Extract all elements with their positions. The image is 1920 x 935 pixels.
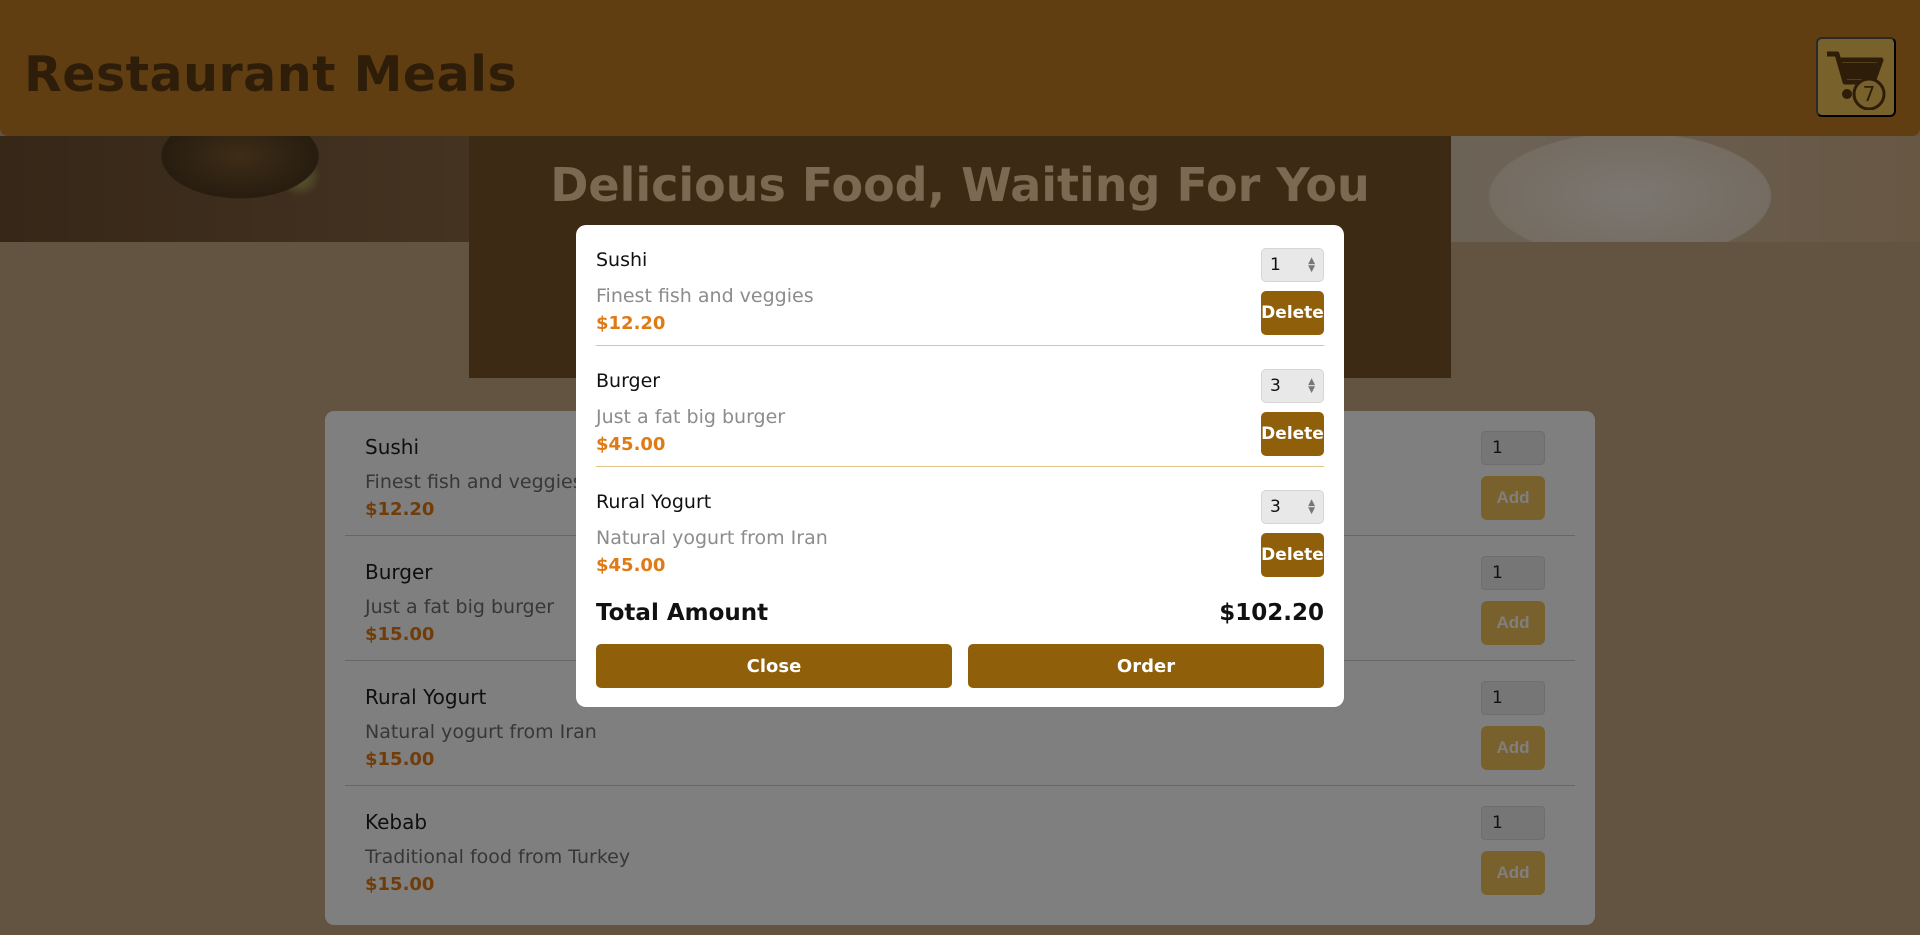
spinner-arrows-icon[interactable]: ▲ ▼ (1308, 257, 1315, 274)
spinner-arrows-icon[interactable]: ▲ ▼ (1308, 378, 1315, 395)
cart-item: Sushi Finest fish and veggies $12.20 1 ▲… (596, 225, 1324, 346)
total-label: Total Amount (596, 600, 769, 626)
cart-item-quantity-input[interactable]: 3 ▲ ▼ (1261, 369, 1324, 403)
cart-item-price: $45.00 (596, 555, 666, 576)
cart-item-price: $45.00 (596, 434, 666, 455)
cart-item: Burger Just a fat big burger $45.00 3 ▲ ▼… (596, 346, 1324, 467)
delete-item-button[interactable]: Delete (1261, 412, 1324, 456)
cart-item-description: Just a fat big burger (596, 406, 786, 428)
quantity-value: 1 (1270, 255, 1281, 275)
cart-item-name: Rural Yogurt (596, 491, 712, 513)
cart-item-description: Finest fish and veggies (596, 285, 814, 307)
total-row: Total Amount $102.20 (596, 600, 1324, 640)
cart-item-description: Natural yogurt from Iran (596, 527, 828, 549)
cart-item-price: $12.20 (596, 313, 666, 334)
cart-modal: Sushi Finest fish and veggies $12.20 1 ▲… (576, 225, 1344, 707)
cart-item-name: Sushi (596, 249, 648, 271)
cart-item-quantity-input[interactable]: 1 ▲ ▼ (1261, 248, 1324, 282)
cart-item: Rural Yogurt Natural yogurt from Iran $4… (596, 467, 1324, 588)
modal-actions: Close Order (596, 644, 1324, 688)
order-button[interactable]: Order (968, 644, 1324, 688)
delete-item-button[interactable]: Delete (1261, 291, 1324, 335)
quantity-value: 3 (1270, 497, 1281, 517)
close-button[interactable]: Close (596, 644, 952, 688)
cart-item-quantity-input[interactable]: 3 ▲ ▼ (1261, 490, 1324, 524)
delete-item-button[interactable]: Delete (1261, 533, 1324, 577)
spinner-arrows-icon[interactable]: ▲ ▼ (1308, 499, 1315, 516)
total-amount: $102.20 (1219, 600, 1324, 626)
cart-item-name: Burger (596, 370, 661, 392)
quantity-value: 3 (1270, 376, 1281, 396)
